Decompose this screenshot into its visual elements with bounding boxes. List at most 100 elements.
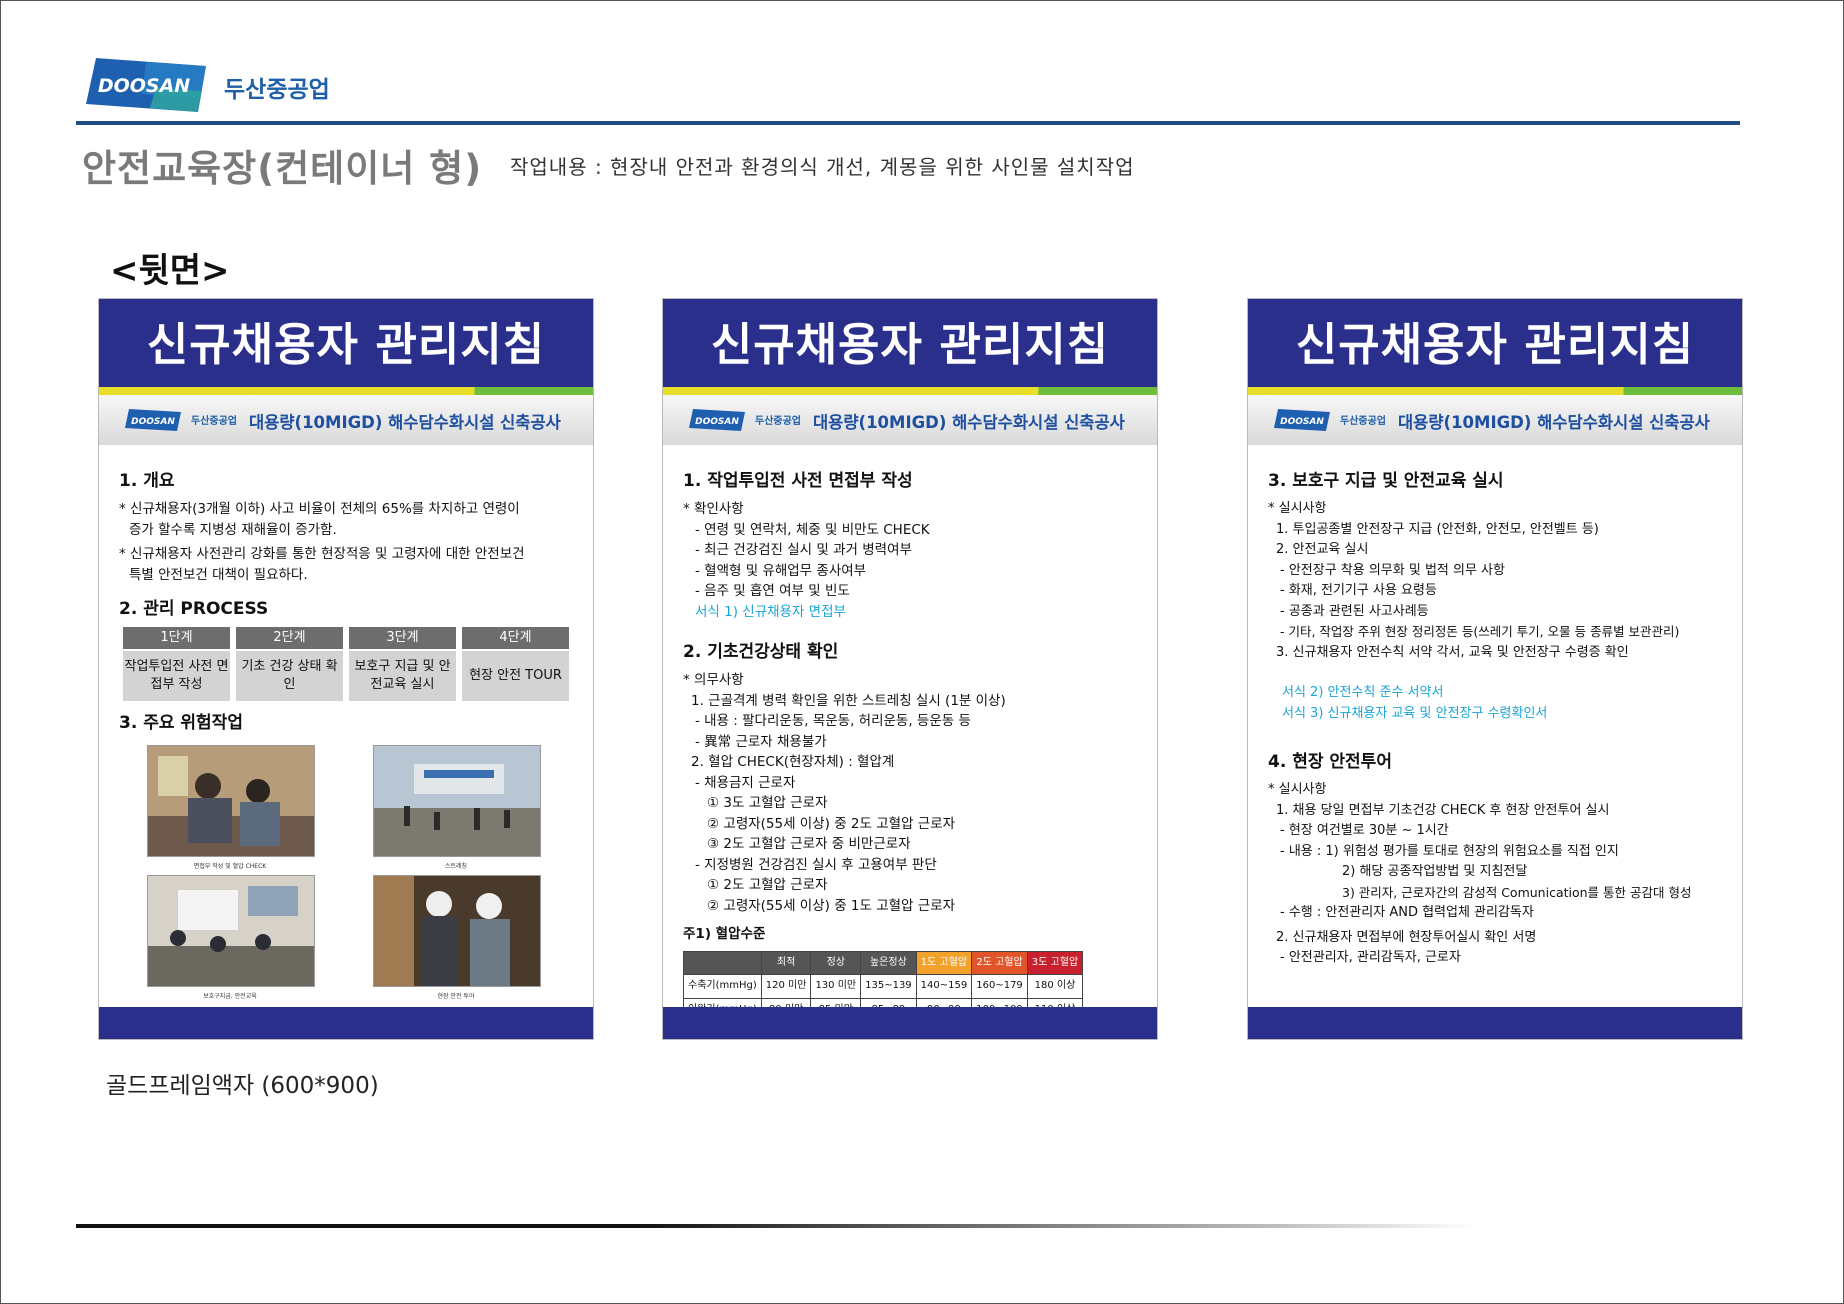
step-body: 보호구 지급 및 안전교육 실시 (349, 651, 456, 701)
photo-grid: 면접부 작성 및 혈압 CHECK 스트레칭 보호구지급, 안전교육 현장 안전… (119, 741, 579, 1001)
text-line: * 의무사항 (683, 672, 744, 688)
table-cell: 120 미만 (760, 974, 812, 999)
text-line: * 신규채용자 사전관리 강화를 통한 현장적응 및 고령자에 대한 안전보건 (119, 546, 525, 562)
step-head: 3단계 (349, 627, 456, 649)
text-line: - 안전장구 착용 의무화 및 법적 의무 사항 (1280, 562, 1505, 578)
text-line: 특별 안전보건 대책이 필요하다. (129, 566, 308, 583)
text-line: 3. 신규채용자 안전수칙 서약 각서, 교육 및 안전장구 수령증 확인 (1276, 644, 1629, 660)
poster-footer (1248, 1007, 1742, 1039)
band-brand: 두산중공업 (1340, 416, 1386, 427)
doosan-mini-logo: DOOSAN (125, 409, 181, 431)
text-line: 2. 혈압 CHECK(현장자체) : 혈압계 (691, 754, 895, 770)
header-rule (76, 121, 1740, 125)
text-line: - 공종과 관련된 사고사례등 (1280, 603, 1429, 619)
poster-2: 신규채용자 관리지침 DOOSAN 두산중공업 대용량(10MIGD) 해수담수… (662, 298, 1158, 1040)
text-line: - 지정병원 건강검진 실시 후 고용여부 판단 (695, 856, 937, 873)
photo-site-tour (373, 875, 541, 987)
table-header-cell (683, 950, 762, 975)
photo-interview (147, 745, 315, 857)
poster-footer (663, 1007, 1157, 1039)
table-note: 주1) 혈압수준 (683, 926, 766, 942)
band-brand: 두산중공업 (191, 416, 237, 427)
band-brand: 두산중공업 (755, 416, 801, 427)
text-line: - 채용금지 근로자 (695, 774, 796, 791)
section-label: <뒷면> (110, 251, 230, 291)
form-reference: 서식 2) 안전수칙 준수 서약서 (1282, 685, 1444, 700)
form-reference: 서식 1) 신규채용자 면접부 (695, 603, 846, 620)
section-heading: 1. 개요 (119, 471, 175, 491)
step-head: 2단계 (236, 627, 343, 649)
process-step: 4단계 현장 안전 TOUR (462, 627, 569, 701)
poster-body: 1. 개요 * 신규채용자(3개월 이하) 사고 비율이 전체의 65%를 차지… (119, 465, 579, 1001)
text-line: ③ 2도 고혈압 근로자 중 비만근로자 (707, 836, 911, 852)
text-line: 2) 해당 공종작업방법 및 지침전달 (1342, 864, 1528, 879)
doosan-mini-logo: DOOSAN (689, 409, 745, 431)
table-header-cell: 정상 (810, 950, 862, 975)
text-line: - 혈액형 및 유해업무 종사여부 (695, 562, 867, 579)
poster-body: 1. 작업투입전 사전 면접부 작성 * 확인사항 - 연령 및 연락처, 체중… (683, 465, 1143, 1022)
brand-name: 두산중공업 (224, 77, 330, 103)
table-header-cell: 2도 고혈압 (971, 950, 1028, 975)
text-line: - 내용 : 팔다리운동, 목운동, 허리운동, 등운동 등 (695, 713, 971, 729)
text-line: ① 3도 고혈압 근로자 (707, 795, 828, 811)
svg-text:DOOSAN: DOOSAN (98, 75, 190, 97)
poster-stripe (663, 387, 1157, 395)
process-step: 1단계 작업투입전 사전 면접부 작성 (123, 627, 230, 701)
text-line: - 異常 근로자 채용불가 (695, 733, 827, 750)
photo-caption: 보호구지급, 안전교육 (203, 993, 257, 1000)
table-header-cell: 최적 (760, 950, 812, 975)
text-line: 증가 할수록 지병성 재해율이 증가함. (129, 521, 337, 538)
text-line: * 실시사항 (1268, 501, 1327, 516)
text-line: 3) 관리자, 근로자간의 감성적 Comunication를 통한 공감대 형… (1342, 884, 1692, 900)
footer-rule (76, 1224, 1476, 1228)
text-line: 1. 채용 당일 면접부 기초건강 CHECK 후 현장 안전투어 실시 (1276, 802, 1610, 818)
process-step: 2단계 기초 건강 상태 확인 (236, 627, 343, 701)
table-header-cell: 3도 고혈압 (1026, 950, 1084, 975)
text-line: - 기타, 작업장 주위 현장 정리정돈 등(쓰레기 투기, 오물 등 종류별 … (1280, 624, 1680, 639)
photo-stretching (373, 745, 541, 857)
frame-caption: 골드프레임액자 (600*900) (106, 1073, 379, 1099)
text-line: ② 고령자(55세 이상) 중 1도 고혈압 근로자 (707, 897, 956, 914)
text-line: 2. 안전교육 실시 (1276, 542, 1369, 557)
poster-title: 신규채용자 관리지침 (663, 299, 1157, 387)
table-cell: 수축기(mmHg) (683, 974, 762, 999)
svg-text:DOOSAN: DOOSAN (131, 417, 175, 427)
text-line: - 화재, 전기기구 사용 요령등 (1280, 583, 1437, 598)
form-reference: 서식 3) 신규채용자 교육 및 안전장구 수령확인서 (1282, 705, 1548, 721)
text-line: 1. 근골격계 병력 확인을 위한 스트레칭 실시 (1분 이상) (691, 692, 1006, 709)
poster-stripe (1248, 387, 1742, 395)
band-title: 대용량(10MIGD) 해수담수화시설 신축공사 (813, 413, 1125, 432)
poster-band: DOOSAN 두산중공업 대용량(10MIGD) 해수담수화시설 신축공사 (99, 395, 593, 445)
poster-body: 3. 보호구 지급 및 안전교육 실시 * 실시사항 1. 투입공종별 안전장구… (1268, 465, 1728, 969)
poster-1: 신규채용자 관리지침 DOOSAN 두산중공업 대용량(10MIGD) 해수담수… (98, 298, 594, 1040)
poster-title: 신규채용자 관리지침 (1248, 299, 1742, 387)
process-step: 3단계 보호구 지급 및 안전교육 실시 (349, 627, 456, 701)
text-line: * 실시사항 (1268, 782, 1327, 797)
step-head: 1단계 (123, 627, 230, 649)
table-cell: 160~179 (971, 974, 1028, 999)
text-line: ② 고령자(55세 이상) 중 2도 고혈압 근로자 (707, 815, 956, 832)
section-heading: 3. 주요 위험작업 (119, 713, 243, 733)
photo-caption: 현장 안전 투어 (437, 993, 475, 1000)
poster-stripe (99, 387, 593, 395)
text-line: 2. 신규채용자 면접부에 현장투어실시 확인 서명 (1276, 929, 1537, 945)
table-cell: 130 미만 (810, 974, 862, 999)
text-line: - 음주 및 흡연 여부 및 빈도 (695, 583, 850, 599)
step-body: 작업투입전 사전 면접부 작성 (123, 651, 230, 701)
poster-title: 신규채용자 관리지침 (99, 299, 593, 387)
doosan-logo: DOOSAN (86, 58, 206, 112)
text-line: 1. 투입공종별 안전장구 지급 (안전화, 안전모, 안전벨트 등) (1276, 521, 1599, 537)
table-row: 수축기(mmHg) 120 미만 130 미만 135~139 140~159 … (683, 974, 1084, 999)
text-line: * 확인사항 (683, 501, 744, 517)
process-steps: 1단계 작업투입전 사전 면접부 작성 2단계 기초 건강 상태 확인 3단계 … (123, 627, 579, 701)
band-title: 대용량(10MIGD) 해수담수화시설 신축공사 (249, 413, 561, 432)
section-heading: 2. 관리 PROCESS (119, 599, 269, 619)
table-cell: 180 이상 (1026, 974, 1084, 999)
text-line: - 최근 건강검진 실시 및 과거 병력여부 (695, 542, 912, 558)
table-header-row: 최적 정상 높은정상 1도 고혈압 2도 고혈압 3도 고혈압 (683, 950, 1084, 975)
page-subtitle: 작업내용 : 현장내 안전과 환경의식 개선, 계몽을 위한 사인물 설치작업 (510, 155, 1135, 179)
section-heading: 1. 작업투입전 사전 면접부 작성 (683, 471, 913, 491)
text-line: * 신규채용자(3개월 이하) 사고 비율이 전체의 65%를 차지하고 연령이 (119, 501, 520, 517)
svg-text:DOOSAN: DOOSAN (1280, 417, 1324, 427)
page-title: 안전교육장(컨테이너 형) (82, 147, 483, 190)
